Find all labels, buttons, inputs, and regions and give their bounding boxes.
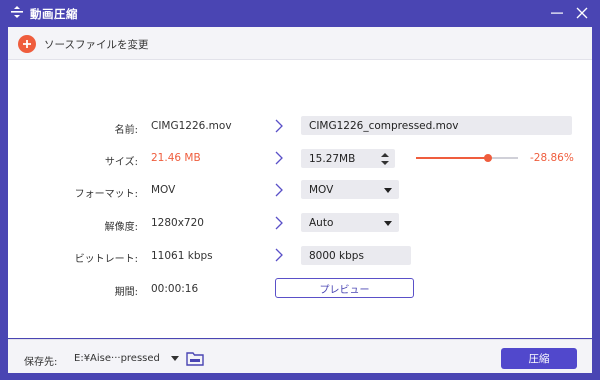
source-format: MOV (151, 184, 176, 196)
chevron-right-icon (275, 216, 283, 230)
resolution-dropdown[interactable]: Auto (301, 213, 399, 232)
source-resolution: 1280x720 (151, 217, 204, 229)
save-to-label: 保存先: (24, 357, 58, 368)
compress-icon (11, 6, 23, 18)
source-size: 21.46 MB (151, 152, 201, 164)
toolbar: ソースファイルを変更 (8, 27, 592, 60)
folder-icon[interactable] (186, 350, 204, 366)
save-path[interactable]: E:¥Aise···pressed (74, 353, 160, 364)
title-bar: 動画圧縮 (0, 0, 600, 26)
slider-track-empty (488, 157, 518, 159)
slider-track-filled (416, 157, 488, 159)
output-bitrate-field[interactable]: 8000 kbps (301, 246, 411, 265)
output-name-field[interactable]: CIMG1226_compressed.mov (301, 116, 572, 135)
dropdown-arrow-icon (384, 221, 392, 226)
format-label: フォーマット: (74, 189, 138, 200)
change-source-button[interactable]: ソースファイルを変更 (18, 35, 148, 53)
source-name: CIMG1226.mov (151, 120, 232, 132)
close-button[interactable] (571, 3, 593, 23)
size-label: サイズ: (104, 157, 138, 168)
spinner-icon[interactable] (380, 151, 390, 167)
size-slider[interactable] (416, 152, 518, 164)
footer: 保存先: E:¥Aise···pressed 圧縮 (8, 339, 592, 373)
slider-thumb[interactable] (484, 154, 492, 162)
chevron-right-icon (275, 183, 283, 197)
output-size-value: 15.27MB (309, 152, 356, 165)
compress-window: 動画圧縮 ソースファイルを変更 名前: CIMG1226.mov CIMG122… (0, 0, 600, 380)
resolution-selected: Auto (309, 216, 334, 229)
window-title: 動画圧縮 (30, 7, 78, 21)
close-icon (576, 7, 588, 19)
compress-button[interactable]: 圧縮 (501, 348, 577, 369)
plus-icon (18, 35, 36, 53)
dropdown-arrow-icon (384, 188, 392, 193)
output-bitrate-value: 8000 kbps (309, 249, 364, 262)
resolution-label: 解像度: (104, 222, 138, 233)
minimize-button[interactable] (546, 3, 568, 23)
size-reduction-percent: -28.86% (530, 152, 574, 164)
dropdown-arrow-icon[interactable] (171, 356, 179, 361)
change-source-label: ソースファイルを変更 (44, 38, 149, 51)
chevron-right-icon (275, 119, 283, 133)
duration-label: 期間: (114, 287, 138, 298)
format-dropdown[interactable]: MOV (301, 180, 399, 199)
settings-panel: 名前: CIMG1226.mov CIMG1226_compressed.mov… (8, 60, 592, 338)
name-label: 名前: (114, 125, 138, 136)
chevron-right-icon (275, 151, 283, 165)
output-size-stepper[interactable]: 15.27MB (301, 149, 395, 168)
source-bitrate: 11061 kbps (151, 250, 213, 262)
bitrate-label: ビットレート: (74, 254, 138, 265)
preview-button[interactable]: プレビュー (275, 278, 414, 298)
minimize-icon (551, 12, 563, 14)
output-name-value: CIMG1226_compressed.mov (309, 119, 459, 132)
format-selected: MOV (309, 183, 334, 196)
chevron-right-icon (275, 248, 283, 262)
source-duration: 00:00:16 (151, 283, 199, 295)
